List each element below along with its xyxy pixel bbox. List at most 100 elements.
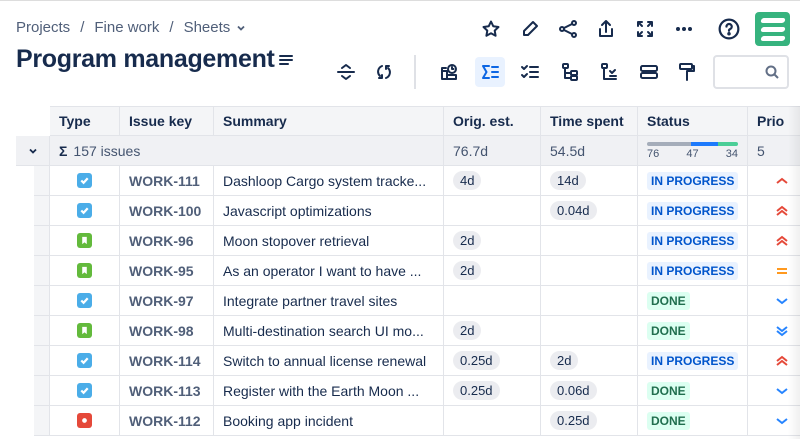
checklist-icon[interactable] [515, 57, 545, 87]
priority-highest-icon [776, 205, 788, 216]
table-row[interactable]: WORK-95 As an operator I want to have ...… [0, 256, 800, 286]
breadcrumb-sheets[interactable]: Sheets [184, 19, 231, 36]
row-handle[interactable] [34, 406, 50, 436]
issue-key[interactable]: WORK-100 [120, 196, 214, 226]
table-row[interactable]: WORK-100 Javascript optimizations 0.04d IN … [0, 196, 800, 226]
time-spent-cell[interactable]: 14d [541, 166, 638, 196]
issue-key[interactable]: WORK-114 [120, 346, 214, 376]
collapse-group-button[interactable] [16, 136, 50, 166]
issue-key[interactable]: WORK-98 [120, 316, 214, 346]
time-spent-cell[interactable]: 0.04d [541, 196, 638, 226]
row-handle[interactable] [34, 286, 50, 316]
row-handle[interactable] [34, 346, 50, 376]
status-cell[interactable]: DONE [638, 286, 748, 316]
share-icon[interactable] [553, 14, 583, 44]
issue-key[interactable]: WORK-96 [120, 226, 214, 256]
issue-key[interactable]: WORK-113 [120, 376, 214, 406]
table-row[interactable]: WORK-98 Multi-destination search UI mo...… [0, 316, 800, 346]
column-header-time-spent[interactable]: Time spent [541, 106, 638, 136]
table-row[interactable]: WORK-97 Integrate partner travel sites DON… [0, 286, 800, 316]
time-spent-cell[interactable] [541, 226, 638, 256]
orig-est-cell[interactable]: 2d [444, 316, 541, 346]
format-paint-icon[interactable] [672, 57, 702, 87]
status-cell[interactable]: DONE [638, 376, 748, 406]
row-handle[interactable] [34, 316, 50, 346]
issue-key[interactable]: WORK-95 [120, 256, 214, 286]
status-badge: DONE [647, 291, 690, 310]
status-badge: IN PROGRESS [647, 261, 739, 280]
export-icon[interactable] [591, 14, 621, 44]
row-handle[interactable] [34, 256, 50, 286]
help-icon[interactable] [714, 14, 744, 44]
orig-est-cell[interactable]: 4d [444, 166, 541, 196]
time-spent-cell[interactable]: 0.25d [541, 406, 638, 436]
orig-est-cell[interactable] [444, 286, 541, 316]
issue-summary[interactable]: Javascript optimizations [214, 196, 444, 226]
issue-summary[interactable]: Integrate partner travel sites [214, 286, 444, 316]
issue-summary[interactable]: Moon stopover retrieval [214, 226, 444, 256]
issue-summary[interactable]: As an operator I want to have ... [214, 256, 444, 286]
sum-icon[interactable] [475, 57, 505, 87]
column-header-orig-est[interactable]: Orig. est. [444, 106, 541, 136]
orig-est-cell[interactable] [444, 196, 541, 226]
time-spent-cell[interactable]: 2d [541, 346, 638, 376]
time-spent-cell[interactable]: 0.06d [541, 376, 638, 406]
status-cell[interactable]: IN PROGRESS [638, 166, 748, 196]
fullscreen-icon[interactable] [630, 14, 660, 44]
issue-summary[interactable]: Booking app incident [214, 406, 444, 436]
table-row[interactable]: WORK-113 Register with the Earth Moon ...… [0, 376, 800, 406]
hierarchy-filter-icon[interactable] [594, 57, 624, 87]
search-input[interactable] [713, 55, 789, 89]
orig-est-cell[interactable]: 0.25d [444, 376, 541, 406]
column-header-status[interactable]: Status [638, 106, 748, 136]
row-handle[interactable] [34, 376, 50, 406]
row-height-icon[interactable] [634, 57, 664, 87]
orig-est-cell[interactable] [444, 406, 541, 436]
priority-high-icon [776, 177, 788, 184]
time-tracking-icon[interactable] [434, 57, 464, 87]
table-row[interactable]: WORK-114 Switch to annual license renewal… [0, 346, 800, 376]
issue-key[interactable]: WORK-112 [120, 406, 214, 436]
chevron-down-icon [28, 148, 37, 154]
time-spent-cell[interactable] [541, 256, 638, 286]
task-icon [77, 173, 92, 188]
issue-key[interactable]: WORK-97 [120, 286, 214, 316]
time-spent-cell[interactable] [541, 286, 638, 316]
status-cell[interactable]: IN PROGRESS [638, 196, 748, 226]
row-handle[interactable] [34, 226, 50, 256]
status-cell[interactable]: IN PROGRESS [638, 346, 748, 376]
status-cell[interactable]: IN PROGRESS [638, 256, 748, 286]
edit-icon[interactable] [515, 14, 545, 44]
expand-collapse-icon[interactable] [331, 57, 361, 87]
issue-summary[interactable]: Dashloop Cargo system tracke... [214, 166, 444, 196]
issue-summary[interactable]: Multi-destination search UI mo... [214, 316, 444, 346]
chevron-down-icon[interactable] [236, 23, 246, 33]
more-icon[interactable] [669, 14, 699, 44]
star-icon[interactable] [476, 14, 506, 44]
refresh-icon[interactable] [369, 57, 399, 87]
row-handle[interactable] [34, 166, 50, 196]
breadcrumb-projects[interactable]: Projects [16, 19, 70, 36]
app-logo[interactable] [755, 12, 790, 46]
column-header-type[interactable]: Type [50, 106, 120, 136]
time-spent-cell[interactable] [541, 316, 638, 346]
table-row[interactable]: WORK-96 Moon stopover retrieval 2d IN PROGR… [0, 226, 800, 256]
issue-key[interactable]: WORK-111 [120, 166, 214, 196]
column-header-summary[interactable]: Summary [214, 106, 444, 136]
table-row[interactable]: WORK-112 Booking app incident 0.25d DONE [0, 406, 800, 436]
orig-est-cell[interactable]: 0.25d [444, 346, 541, 376]
orig-est-cell[interactable]: 2d [444, 226, 541, 256]
issue-summary[interactable]: Register with the Earth Moon ... [214, 376, 444, 406]
orig-est-cell[interactable]: 2d [444, 256, 541, 286]
row-handle[interactable] [34, 196, 50, 226]
table-row[interactable]: WORK-111 Dashloop Cargo system tracke... 4… [0, 166, 800, 196]
issue-summary[interactable]: Switch to annual license renewal [214, 346, 444, 376]
column-header-issue-key[interactable]: Issue key [120, 106, 214, 136]
hierarchy-icon[interactable] [555, 57, 585, 87]
status-cell[interactable]: IN PROGRESS [638, 226, 748, 256]
description-icon[interactable] [271, 45, 301, 75]
breadcrumb-fine-work[interactable]: Fine work [94, 19, 159, 36]
status-cell[interactable]: DONE [638, 316, 748, 346]
status-cell[interactable]: DONE [638, 406, 748, 436]
orig-est-value: 2d [453, 321, 482, 340]
